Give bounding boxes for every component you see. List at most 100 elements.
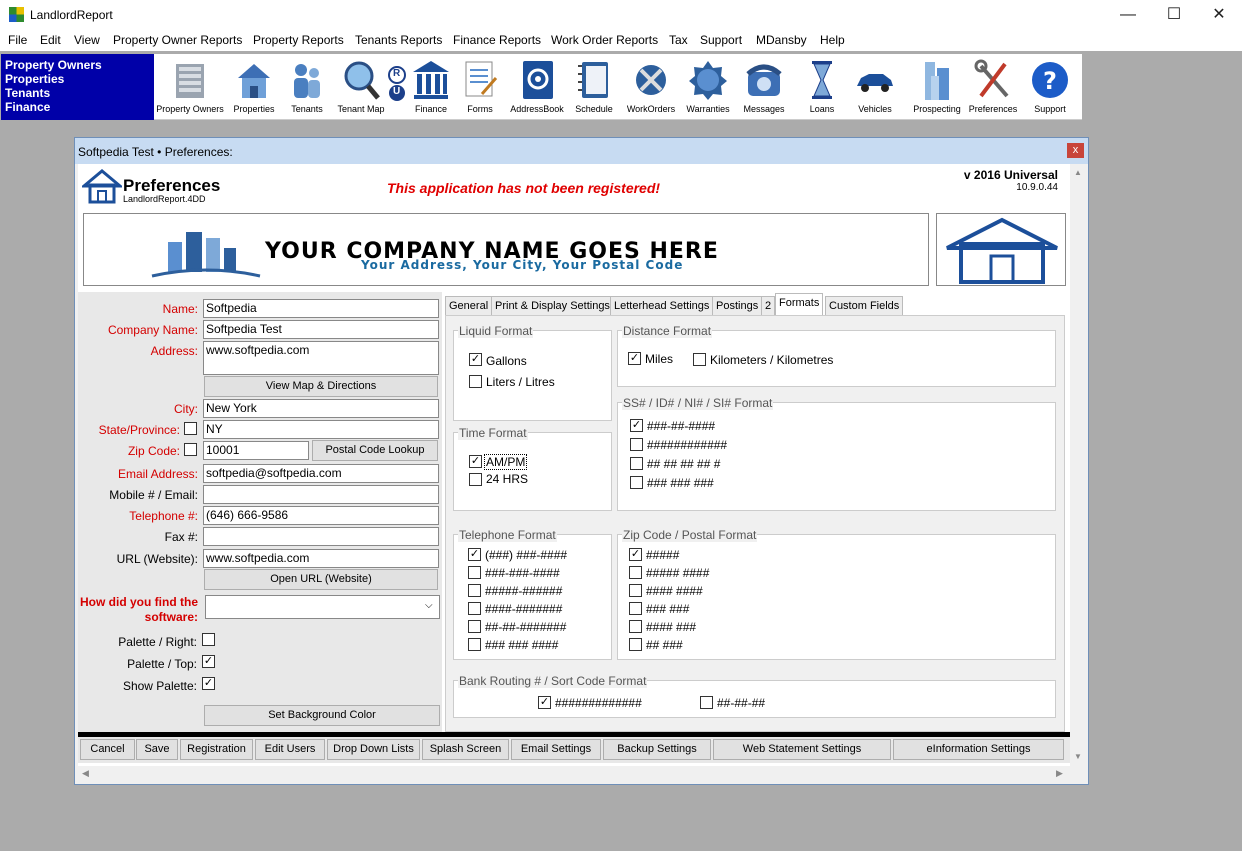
toolbar-prospecting-button[interactable]: Prospecting	[912, 54, 962, 120]
kilometers-checkbox[interactable]	[693, 353, 706, 366]
mobile-email-input[interactable]	[203, 485, 439, 504]
bank-format-1-checkbox[interactable]: ✓	[538, 696, 551, 709]
zip-format-3-checkbox[interactable]	[629, 584, 642, 597]
state-province-checkbox[interactable]	[184, 422, 197, 435]
close-icon[interactable]: ✕	[1196, 0, 1242, 30]
url-input[interactable]: www.softpedia.com	[203, 549, 439, 568]
menu-work-order-reports[interactable]: Work Order Reports	[551, 33, 658, 47]
ssn-format-2-checkbox[interactable]	[630, 438, 643, 451]
chevron-down-icon[interactable]: ⌵	[425, 600, 433, 611]
toolbar-addressbook-button[interactable]: AddressBook	[508, 54, 566, 120]
city-input[interactable]: New York	[203, 399, 439, 418]
tab-2[interactable]: 2	[761, 296, 776, 315]
toolbar-warranties-button[interactable]: Warranties	[682, 54, 734, 120]
scroll-down-icon[interactable]: ▼	[1074, 752, 1082, 761]
state-province-input[interactable]: NY	[203, 420, 439, 439]
zip-format-5-checkbox[interactable]	[629, 620, 642, 633]
backup-settings-button[interactable]: Backup Settings	[603, 739, 711, 760]
zip-code-input[interactable]: 10001	[203, 441, 309, 460]
tab-general[interactable]: General	[445, 296, 493, 315]
palette-top-checkbox[interactable]: ✓	[202, 655, 215, 668]
edit-users-button[interactable]: Edit Users	[255, 739, 325, 760]
ampm-checkbox[interactable]: ✓	[469, 455, 482, 468]
scroll-left-icon[interactable]: ◀	[82, 768, 89, 779]
set-background-color-button[interactable]: Set Background Color	[204, 705, 440, 726]
show-palette-checkbox[interactable]: ✓	[202, 677, 215, 690]
minimize-icon[interactable]: —	[1105, 0, 1151, 30]
zip-format-2-checkbox[interactable]	[629, 566, 642, 579]
drop-down-lists-button[interactable]: Drop Down Lists	[327, 739, 420, 760]
toolbar-property-owners-button[interactable]: Property Owners	[156, 54, 224, 120]
bank-format-2-checkbox[interactable]	[700, 696, 713, 709]
toolbar-workorders-button[interactable]: WorkOrders	[624, 54, 678, 120]
liters-checkbox[interactable]	[469, 375, 482, 388]
menu-tax[interactable]: Tax	[669, 33, 688, 47]
miles-checkbox[interactable]: ✓	[628, 352, 641, 365]
zip-format-4-checkbox[interactable]	[629, 602, 642, 615]
cancel-button[interactable]: Cancel	[80, 739, 135, 760]
ssn-format-1-checkbox[interactable]: ✓	[630, 419, 643, 432]
view-map-button[interactable]: View Map & Directions	[204, 376, 438, 397]
toolbar-vehicles-button[interactable]: Vehicles	[848, 54, 902, 120]
how-found-dropdown[interactable]	[205, 595, 440, 619]
save-button[interactable]: Save	[136, 739, 178, 760]
menu-property-owner-reports[interactable]: Property Owner Reports	[113, 33, 242, 47]
toolbar-support-button[interactable]: ? Support	[1026, 54, 1074, 120]
open-url-button[interactable]: Open URL (Website)	[204, 569, 438, 590]
zip-code-checkbox[interactable]	[184, 443, 197, 456]
tab-letterhead-settings[interactable]: Letterhead Settings	[610, 296, 714, 315]
tab-formats[interactable]: Formats	[775, 293, 824, 315]
gallons-checkbox[interactable]: ✓	[469, 353, 482, 366]
ssn-format-3-checkbox[interactable]	[630, 457, 643, 470]
nav-finance[interactable]: Finance	[5, 100, 50, 114]
toolbar-tenant-map-button[interactable]: Tenant Map	[336, 54, 386, 120]
name-input[interactable]: Softpedia	[203, 299, 439, 318]
menu-finance-reports[interactable]: Finance Reports	[453, 33, 541, 47]
menu-help[interactable]: Help	[820, 33, 845, 47]
toolbar-forms-button[interactable]: Forms	[456, 54, 504, 120]
toolbar-schedule-button[interactable]: Schedule	[570, 54, 618, 120]
nav-properties[interactable]: Properties	[5, 72, 64, 86]
menu-file[interactable]: File	[8, 33, 27, 47]
scroll-up-icon[interactable]: ▲	[1074, 168, 1082, 177]
palette-right-checkbox[interactable]	[202, 633, 215, 646]
scroll-right-icon[interactable]: ▶	[1056, 768, 1063, 779]
company-name-input[interactable]: Softpedia Test	[203, 320, 439, 339]
tel-format-5-checkbox[interactable]	[468, 620, 481, 633]
zip-format-1-checkbox[interactable]: ✓	[629, 548, 642, 561]
telephone-input[interactable]: (646) 666-9586	[203, 506, 439, 525]
menu-property-reports[interactable]: Property Reports	[253, 33, 344, 47]
tab-custom-fields[interactable]: Custom Fields	[825, 296, 904, 315]
address-input[interactable]: www.softpedia.com	[203, 341, 439, 375]
email-settings-button[interactable]: Email Settings	[511, 739, 601, 760]
toolbar-preferences-button[interactable]: Preferences	[966, 54, 1020, 120]
menu-support[interactable]: Support	[700, 33, 742, 47]
splash-screen-button[interactable]: Splash Screen	[422, 739, 509, 760]
menu-tenants-reports[interactable]: Tenants Reports	[355, 33, 442, 47]
tab-print-display-settings[interactable]: Print & Display Settings	[491, 296, 614, 315]
tel-format-2-checkbox[interactable]	[468, 566, 481, 579]
nav-property-owners[interactable]: Property Owners	[5, 58, 102, 72]
horizontal-scrollbar[interactable]: ◀ ▶	[78, 766, 1070, 782]
vertical-scrollbar[interactable]: ▲ ▼	[1070, 164, 1086, 766]
registration-button[interactable]: Registration	[180, 739, 253, 760]
ssn-format-4-checkbox[interactable]	[630, 476, 643, 489]
fax-input[interactable]	[203, 527, 439, 546]
toolbar-messages-button[interactable]: Messages	[738, 54, 790, 120]
zip-format-6-checkbox[interactable]	[629, 638, 642, 651]
web-statement-settings-button[interactable]: Web Statement Settings	[713, 739, 891, 760]
nav-tenants[interactable]: Tenants	[5, 86, 50, 100]
einformation-settings-button[interactable]: eInformation Settings	[893, 739, 1064, 760]
24hrs-checkbox[interactable]	[469, 473, 482, 486]
toolbar-properties-button[interactable]: Properties	[230, 54, 278, 120]
tab-postings[interactable]: Postings	[712, 296, 763, 315]
menu-mdansby[interactable]: MDansby	[756, 33, 807, 47]
email-address-input[interactable]: softpedia@softpedia.com	[203, 464, 439, 483]
tel-format-4-checkbox[interactable]	[468, 602, 481, 615]
toolbar-loans-button[interactable]: Loans	[802, 54, 842, 120]
maximize-icon[interactable]: ☐	[1151, 0, 1197, 30]
window-close-button[interactable]: x	[1067, 143, 1084, 158]
postal-code-lookup-button[interactable]: Postal Code Lookup	[312, 440, 438, 461]
tel-format-3-checkbox[interactable]	[468, 584, 481, 597]
toolbar-tenants-button[interactable]: Tenants	[284, 54, 330, 120]
